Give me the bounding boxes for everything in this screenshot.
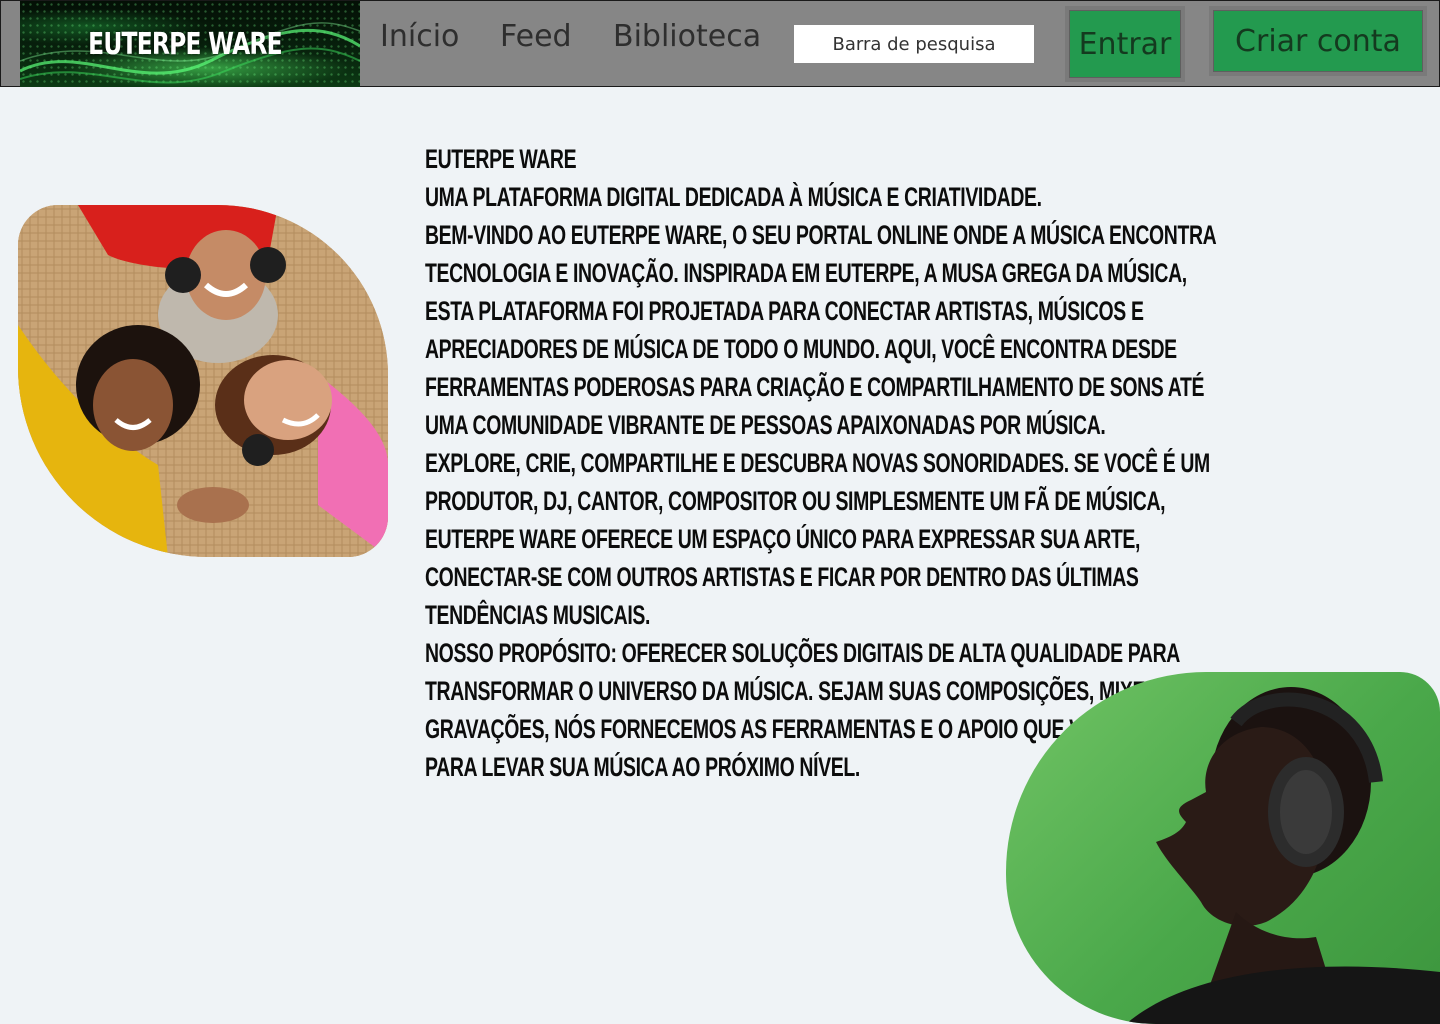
woman-headphones-illustration [1126, 687, 1440, 1024]
nav-link-biblioteca[interactable]: Biblioteca [613, 19, 761, 54]
friends-photo-illustration [18, 205, 388, 557]
create-account-button[interactable]: Criar conta [1209, 6, 1427, 76]
about-title: Euterpe Ware [425, 144, 577, 174]
about-explore-paragraph: Explore, crie, compartilhe e descubra no… [425, 448, 1210, 630]
top-navigation-bar: EUTERPE WARE Início Feed Biblioteca Entr… [0, 0, 1440, 87]
about-welcome-paragraph: Bem-vindo ao Euterpe Ware, o seu portal … [425, 220, 1216, 440]
nav-link-feed[interactable]: Feed [500, 19, 572, 54]
logo-text: EUTERPE WARE [88, 26, 283, 62]
hero-image-friends [18, 205, 388, 557]
about-tagline: Uma plataforma digital dedicada à música… [425, 182, 1042, 212]
login-button[interactable]: Entrar [1065, 6, 1185, 82]
logo[interactable]: EUTERPE WARE [20, 1, 360, 87]
about-text: Euterpe Ware Uma plataforma digital dedi… [425, 140, 1216, 786]
search-input[interactable] [794, 25, 1034, 63]
hero-image-woman-headphones [1006, 672, 1440, 1024]
nav-link-inicio[interactable]: Início [380, 19, 459, 54]
page: EUTERPE WARE Início Feed Biblioteca Entr… [0, 0, 1440, 1024]
